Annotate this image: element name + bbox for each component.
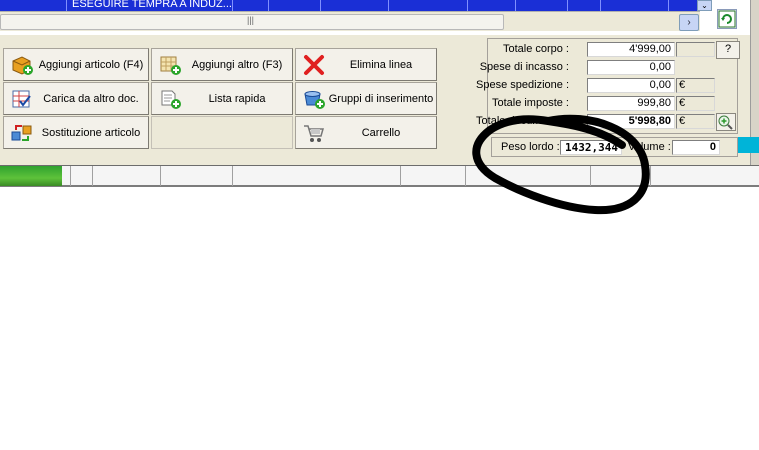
magnifier-plus-icon: [718, 115, 733, 130]
strip-divider: [590, 166, 591, 186]
volume-field: 0: [672, 140, 720, 155]
totale-documento-field: 5'998,80: [587, 114, 675, 129]
aggiungi-altro-label: Aggiungi altro (F3): [191, 58, 283, 71]
refresh-button[interactable]: [717, 9, 737, 29]
lista-rapida-button[interactable]: Lista rapida: [151, 82, 293, 115]
document-lines-grid[interactable]: ESEGUIRE TEMPRA A INDUZ...: [0, 0, 712, 11]
empty-button-slot: [151, 116, 293, 149]
sostituzione-articolo-button[interactable]: Sostituzione articolo: [3, 116, 149, 149]
help-button[interactable]: ?: [716, 41, 740, 59]
scroll-right-button[interactable]: ›: [679, 14, 699, 31]
spese-spedizione-currency: €: [676, 78, 715, 93]
carrello-label: Carrello: [361, 126, 401, 139]
strip-divider: [160, 166, 161, 186]
side-tab-marker[interactable]: [738, 137, 759, 153]
sostituzione-articolo-label: Sostituzione articolo: [41, 126, 141, 139]
spese-incasso-field[interactable]: 0,00: [587, 60, 675, 75]
insert-group-icon: [302, 88, 326, 110]
strip-divider: [465, 166, 466, 186]
elimina-linea-label: Elimina linea: [349, 58, 413, 71]
spese-incasso-label: Spese di incasso :: [479, 61, 569, 73]
spese-spedizione-label: Spese spedizione :: [476, 79, 569, 91]
add-article-icon: [10, 54, 34, 76]
shopping-cart-icon: [302, 122, 326, 144]
strip-divider: [92, 166, 93, 186]
carica-da-altro-doc-label: Carica da altro doc.: [43, 92, 139, 105]
totale-documento-label: Totale documento :: [476, 115, 569, 127]
carica-da-altro-doc-button[interactable]: Carica da altro doc.: [3, 82, 149, 115]
strip-divider: [232, 166, 233, 186]
totale-imposte-currency: €: [676, 96, 715, 111]
totale-corpo-extra-field: [676, 42, 715, 57]
strip-divider: [400, 166, 401, 186]
aggiungi-articolo-label: Aggiungi articolo (F4): [38, 58, 144, 71]
grid-scroll-down-button[interactable]: ⌄: [697, 0, 712, 11]
gruppi-inserimento-label: Gruppi di inserimento: [328, 92, 434, 105]
add-other-icon: [158, 54, 182, 76]
volume-label: Volume :: [628, 141, 671, 153]
totale-corpo-label: Totale corpo :: [502, 43, 569, 55]
totals-group: Totale corpo : 4'999,00 ? Spese di incas…: [476, 38, 740, 134]
totale-imposte-field: 999,80: [587, 96, 675, 111]
totale-imposte-label: Totale imposte :: [491, 97, 569, 109]
strip-divider: [650, 166, 651, 186]
horizontal-scrollbar[interactable]: ||| ›: [0, 11, 700, 31]
background-image-fragment: [0, 166, 62, 186]
spese-spedizione-field[interactable]: 0,00: [587, 78, 675, 93]
totale-corpo-field: 4'999,00: [587, 42, 675, 57]
aggiungi-articolo-button[interactable]: Aggiungi articolo (F4): [3, 48, 149, 81]
peso-lordo-field: 1432,344: [560, 140, 622, 155]
delete-x-icon: [302, 54, 326, 76]
elimina-linea-button[interactable]: Elimina linea: [295, 48, 437, 81]
refresh-icon: [718, 10, 736, 28]
weight-volume-group: Peso lordo : 1432,344 Volume : 0: [491, 137, 738, 157]
peso-lordo-label: Peso lordo :: [501, 141, 560, 153]
totale-documento-currency: €: [676, 114, 715, 129]
status-strip: [0, 165, 759, 187]
replace-article-icon: [10, 122, 34, 144]
grid-row-description[interactable]: ESEGUIRE TEMPRA A INDUZ...: [72, 0, 232, 10]
lista-rapida-label: Lista rapida: [208, 92, 266, 105]
quick-list-icon: [158, 88, 182, 110]
load-document-icon: [10, 88, 34, 110]
zoom-details-button[interactable]: [716, 113, 736, 131]
scrollbar-grip-icon: |||: [247, 15, 255, 25]
aggiungi-altro-button[interactable]: Aggiungi altro (F3): [151, 48, 293, 81]
strip-divider: [70, 166, 71, 186]
carrello-button[interactable]: Carrello: [295, 116, 437, 149]
gruppi-inserimento-button[interactable]: Gruppi di inserimento: [295, 82, 437, 115]
